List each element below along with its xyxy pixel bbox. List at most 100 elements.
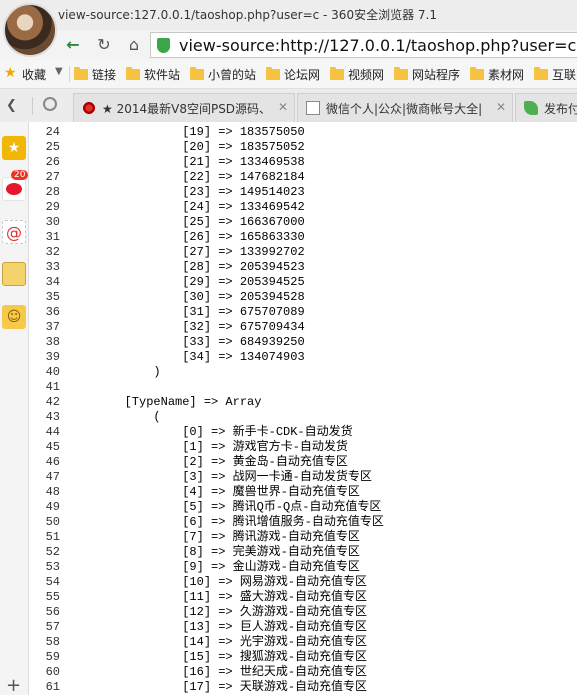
divider xyxy=(69,66,70,82)
line-number: 29 xyxy=(45,200,60,214)
line-code: [22] => 147682184 xyxy=(67,170,305,184)
source-line: 59 [15] => 搜狐游戏-自动充值专区 xyxy=(29,650,577,665)
tab-publish[interactable]: 发布付 xyxy=(515,93,577,122)
tab-bar: ❮ ★ 2014最新V8空间PSD源码、 ✕ 微信个人|公众|微商帐号大全| ✕… xyxy=(0,89,577,123)
source-line: 30 [25] => 166367000 xyxy=(29,215,577,230)
source-line: 52 [8] => 完美游戏-自动充值专区 xyxy=(29,545,577,560)
source-line: 38 [33] => 684939250 xyxy=(29,335,577,350)
line-number: 56 xyxy=(45,605,60,619)
source-line: 42 [TypeName] => Array xyxy=(29,395,577,410)
tab-scroll-left-icon[interactable]: ❮ xyxy=(6,98,17,113)
close-icon[interactable]: ✕ xyxy=(496,100,506,114)
source-line: 58 [14] => 光宇游戏-自动充值专区 xyxy=(29,635,577,650)
line-code: [7] => 腾讯游戏-自动充值专区 xyxy=(67,530,360,544)
line-number: 46 xyxy=(45,455,60,469)
line-code: [23] => 149514023 xyxy=(67,185,305,199)
chevron-down-icon[interactable]: ▼ xyxy=(55,66,63,77)
line-code: [26] => 165863330 xyxy=(67,230,305,244)
line-number: 32 xyxy=(45,245,60,259)
line-code: [16] => 世纪天成-自动充值专区 xyxy=(67,665,368,679)
source-line: 57 [13] => 巨人游戏-自动充值专区 xyxy=(29,620,577,635)
source-line: 44 [0] => 新手卡-CDK-自动发货 xyxy=(29,425,577,440)
mail-icon[interactable]: @ xyxy=(2,220,26,244)
bookmark-folder-software[interactable]: 软件站 xyxy=(126,66,180,83)
tab-psd-source[interactable]: ★ 2014最新V8空间PSD源码、 ✕ xyxy=(73,93,295,122)
line-code: [0] => 新手卡-CDK-自动发货 xyxy=(67,425,353,439)
line-number: 61 xyxy=(45,680,60,694)
line-number: 55 xyxy=(45,590,60,604)
favorites-button[interactable]: 收藏 xyxy=(22,66,46,83)
close-icon[interactable]: ✕ xyxy=(278,100,288,114)
line-number: 31 xyxy=(45,230,60,244)
line-number: 26 xyxy=(45,155,60,169)
address-bar-url[interactable]: view-source:http://127.0.0.1/taoshop.php… xyxy=(179,36,576,55)
favorites-star-icon[interactable]: ★ xyxy=(2,136,26,160)
weibo-icon[interactable] xyxy=(2,177,26,201)
line-code: [27] => 133992702 xyxy=(67,245,305,259)
source-line: 34 [29] => 205394525 xyxy=(29,275,577,290)
line-number: 52 xyxy=(45,545,60,559)
refresh-icon[interactable]: ↻ xyxy=(93,33,115,55)
bookmark-folder-site-programs[interactable]: 网站程序 xyxy=(394,66,460,83)
source-line: 53 [9] => 金山游戏-自动充值专区 xyxy=(29,560,577,575)
emoji-icon[interactable]: ☺ xyxy=(2,305,26,329)
line-code: ( xyxy=(67,410,161,424)
note-icon[interactable] xyxy=(2,262,26,286)
line-code: [21] => 133469538 xyxy=(67,155,305,169)
address-bar[interactable]: view-source:http://127.0.0.1/taoshop.php… xyxy=(150,32,577,58)
line-code: [33] => 684939250 xyxy=(67,335,305,349)
source-line: 40 ) xyxy=(29,365,577,380)
source-line: 26 [21] => 133469538 xyxy=(29,155,577,170)
window-title: view-source:127.0.0.1/taoshop.php?user=c… xyxy=(58,8,437,22)
line-number: 58 xyxy=(45,635,60,649)
source-line: 46 [2] => 黄金岛-自动充值专区 xyxy=(29,455,577,470)
source-line: 25 [20] => 183575052 xyxy=(29,140,577,155)
line-code: [2] => 黄金岛-自动充值专区 xyxy=(67,455,348,469)
line-number: 47 xyxy=(45,470,60,484)
add-icon[interactable]: + xyxy=(6,675,21,696)
line-number: 37 xyxy=(45,320,60,334)
line-number: 28 xyxy=(45,185,60,199)
security-shield-icon xyxy=(157,38,170,53)
site-favicon-icon xyxy=(82,101,96,115)
divider xyxy=(32,97,33,115)
line-code: [8] => 完美游戏-自动充值专区 xyxy=(67,545,360,559)
line-number: 59 xyxy=(45,650,60,664)
favorites-star-icon[interactable]: ★ xyxy=(4,66,18,80)
line-code: [12] => 久游游戏-自动充值专区 xyxy=(67,605,368,619)
line-code: [TypeName] => Array xyxy=(67,395,262,409)
folder-icon xyxy=(330,67,344,80)
weibo-logo-icon xyxy=(6,183,22,195)
source-line: 43 ( xyxy=(29,410,577,425)
bookmark-folder-links[interactable]: 链接 xyxy=(74,66,116,83)
line-number: 54 xyxy=(45,575,60,589)
bookmark-folder-assets[interactable]: 素材网 xyxy=(470,66,524,83)
bookmark-folder-video[interactable]: 视频网 xyxy=(330,66,384,83)
tab-wechat-accounts[interactable]: 微信个人|公众|微商帐号大全| ✕ xyxy=(297,93,513,122)
line-number: 45 xyxy=(45,440,60,454)
line-number: 35 xyxy=(45,290,60,304)
line-number: 60 xyxy=(45,665,60,679)
navigation-bar: ← ↻ ⌂ view-source:http://127.0.0.1/taosh… xyxy=(0,30,577,60)
leaf-icon xyxy=(524,101,538,115)
back-arrow-icon[interactable]: ← xyxy=(62,33,84,55)
line-code: [29] => 205394525 xyxy=(67,275,305,289)
line-code: [9] => 金山游戏-自动充值专区 xyxy=(67,560,360,574)
line-number: 24 xyxy=(45,125,60,139)
bookmark-folder-internet[interactable]: 互联 xyxy=(534,66,576,83)
bookmark-folder-forum[interactable]: 论坛网 xyxy=(266,66,320,83)
line-number: 36 xyxy=(45,305,60,319)
line-code: [30] => 205394528 xyxy=(67,290,305,304)
user-avatar[interactable] xyxy=(3,3,57,57)
source-line: 41 xyxy=(29,380,577,395)
line-code: [13] => 巨人游戏-自动充值专区 xyxy=(67,620,368,634)
source-code-view[interactable]: 24 [19] => 183575050 25 [20] => 183575052… xyxy=(29,122,577,695)
line-code: [4] => 魔兽世界-自动充值专区 xyxy=(67,485,360,499)
reload-tab-icon[interactable] xyxy=(43,97,57,111)
line-number: 49 xyxy=(45,500,60,514)
folder-icon xyxy=(470,67,484,80)
home-icon[interactable]: ⌂ xyxy=(123,33,145,55)
line-number: 48 xyxy=(45,485,60,499)
source-line: 24 [19] => 183575050 xyxy=(29,125,577,140)
bookmark-folder-xiaozeng[interactable]: 小曾的站 xyxy=(190,66,256,83)
